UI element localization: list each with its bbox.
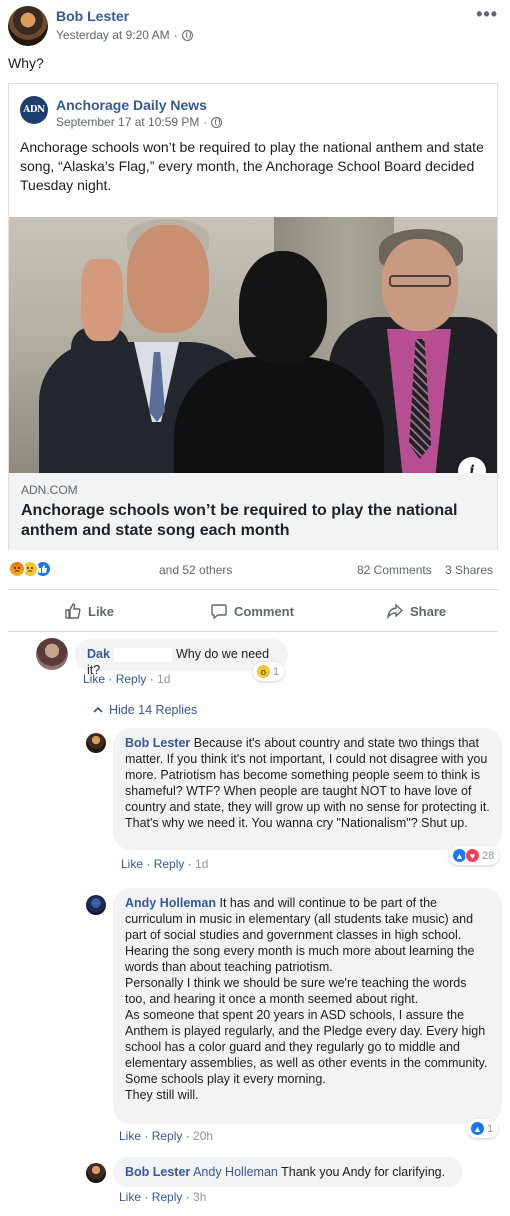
reply-text: Because it's about country and state two… [125, 736, 490, 830]
reply-bubble: Bob Lester Because it's about country an… [113, 728, 502, 850]
wow-reaction-icon: o [256, 664, 271, 679]
redacted-name [113, 647, 172, 662]
poster-avatar[interactable] [8, 6, 48, 46]
share-label: Share [410, 603, 447, 619]
chevron-up-icon [93, 706, 103, 713]
post-timestamp[interactable]: Yesterday at 9:20 AM [56, 28, 170, 42]
divider [8, 631, 498, 632]
globe-icon [211, 116, 223, 128]
comment-time[interactable]: 1d [157, 672, 170, 686]
reply-like-link[interactable]: Like [119, 1190, 141, 1204]
comment-reactions[interactable]: o 1 [253, 662, 285, 681]
reply-author[interactable]: Bob Lester [125, 736, 190, 750]
comment-button[interactable]: Comment [210, 596, 294, 626]
reply-time[interactable]: 20h [193, 1129, 213, 1143]
globe-icon [181, 29, 193, 41]
reply-actions: Like · Reply · 20h [119, 1129, 214, 1143]
comment-reply-link[interactable]: Reply [116, 672, 147, 686]
commenter-avatar[interactable] [36, 638, 68, 670]
reply-reactions[interactable]: ▲ 1 [467, 1119, 499, 1138]
like-reaction-icon: ▲ [470, 1121, 485, 1136]
reply-reactions[interactable]: ▲ ♥ 28 [449, 846, 500, 865]
angry-reaction-icon[interactable] [8, 560, 26, 578]
reply-reply-link[interactable]: Reply [154, 857, 185, 871]
reply-author[interactable]: Bob Lester [125, 1165, 190, 1179]
shares-count[interactable]: 3 Shares [445, 563, 493, 577]
reply-time[interactable]: 3h [193, 1190, 206, 1204]
like-button[interactable]: Like [64, 596, 114, 626]
reply-like-link[interactable]: Like [121, 857, 143, 871]
post-text: Why? [8, 55, 44, 71]
speech-bubble-icon [211, 604, 227, 620]
post-actions: Like Comment Share [8, 596, 498, 626]
comment-label: Comment [234, 603, 294, 619]
reply-avatar[interactable] [86, 1163, 106, 1183]
reply-text: Thank you Andy for clarifying. [281, 1165, 446, 1179]
reply-author[interactable]: Andy Holleman [125, 896, 216, 910]
hide-replies-label: Hide 14 Replies [109, 703, 198, 717]
shared-meta: September 17 at 10:59 PM · [56, 115, 223, 129]
source-name[interactable]: Anchorage Daily News [56, 97, 207, 113]
source-logo[interactable]: ADN [20, 96, 48, 124]
reply-reply-link[interactable]: Reply [152, 1129, 183, 1143]
share-button[interactable]: Share [386, 596, 446, 626]
share-arrow-icon [386, 603, 404, 620]
shared-post-card[interactable]: ADN Anchorage Daily News September 17 at… [8, 83, 498, 550]
reactions-bar: and 52 others 82 Comments 3 Shares [8, 558, 498, 582]
reply-actions: Like · Reply · 1d [121, 857, 209, 871]
reaction-count: 1 [487, 1122, 494, 1135]
reply-like-link[interactable]: Like [119, 1129, 141, 1143]
reaction-count: 28 [482, 849, 495, 862]
poster-name[interactable]: Bob Lester [56, 8, 129, 24]
post-header: Bob Lester Yesterday at 9:20 AM · ••• [8, 4, 502, 48]
link-domain: ADN.COM [21, 483, 78, 497]
reply-avatar[interactable] [86, 733, 106, 753]
thumbs-up-icon [65, 603, 81, 619]
shared-timestamp[interactable]: September 17 at 10:59 PM [56, 115, 199, 129]
comment-author[interactable]: Dak [87, 647, 110, 661]
divider [8, 589, 498, 590]
reply-time[interactable]: 1d [195, 857, 208, 871]
reaction-summary[interactable]: and 52 others [159, 563, 232, 577]
reply-avatar[interactable] [86, 895, 106, 915]
link-preview-image[interactable] [9, 217, 497, 473]
reply-bubble: Bob Lester Andy Holleman Thank you Andy … [113, 1157, 463, 1187]
comment-like-link[interactable]: Like [83, 672, 105, 686]
shared-text: Anchorage schools won’t be required to p… [20, 139, 484, 193]
comments-count[interactable]: 82 Comments [357, 563, 432, 577]
reply-text: It has and will continue to be part of t… [125, 896, 488, 1102]
more-options-button[interactable]: ••• [476, 4, 498, 25]
reply-actions: Like · Reply · 3h [119, 1190, 207, 1204]
reply-mention[interactable]: Andy Holleman [193, 1165, 278, 1179]
link-title[interactable]: Anchorage schools won’t be required to p… [21, 501, 485, 541]
comment-actions: Like · Reply · 1d [83, 672, 171, 686]
reply-reply-link[interactable]: Reply [152, 1190, 183, 1204]
hide-replies-toggle[interactable]: Hide 14 Replies [93, 703, 197, 717]
heart-icon: ♥ [465, 848, 480, 863]
reply-bubble: Andy Holleman It has and will continue t… [113, 888, 502, 1124]
like-label: Like [88, 603, 115, 619]
reaction-count: 1 [273, 665, 280, 678]
post-meta: Yesterday at 9:20 AM · [56, 28, 193, 42]
link-preview[interactable]: ADN.COM Anchorage schools won’t be requi… [9, 473, 497, 550]
